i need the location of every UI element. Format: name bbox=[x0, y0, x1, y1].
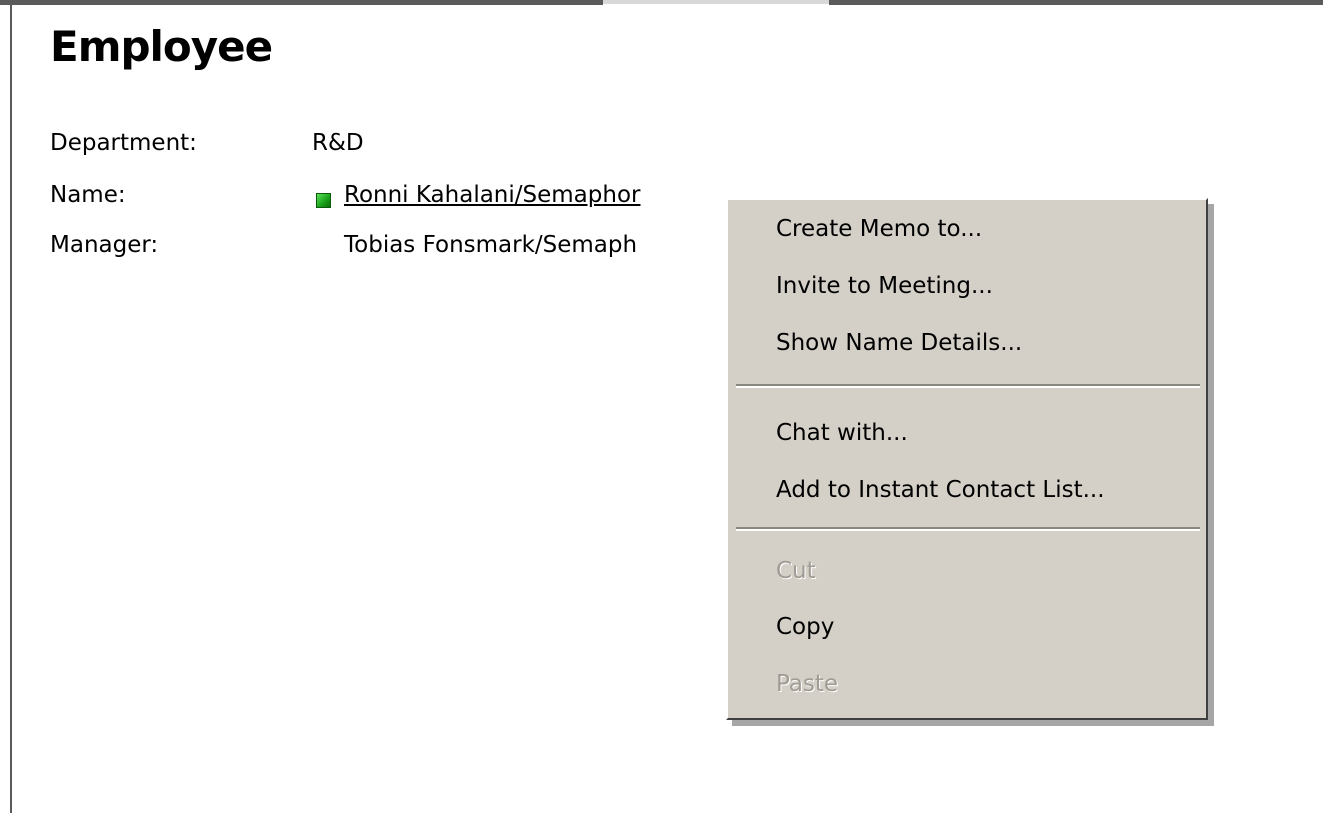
window-left-border bbox=[10, 5, 12, 813]
window-top-border bbox=[0, 0, 1323, 10]
top-border-right bbox=[829, 0, 1323, 5]
manager-value[interactable]: Tobias Fonsmark/Semaph bbox=[344, 232, 637, 258]
name-label: Name: bbox=[50, 182, 126, 208]
top-border-tab-gap bbox=[603, 0, 829, 4]
menu-separator bbox=[736, 527, 1200, 531]
menu-item-invite-meeting[interactable]: Invite to Meeting... bbox=[776, 273, 993, 299]
menu-separator bbox=[736, 384, 1200, 388]
menu-item-chat-with[interactable]: Chat with... bbox=[776, 420, 908, 446]
menu-item-copy[interactable]: Copy bbox=[776, 614, 834, 640]
menu-item-paste: Paste bbox=[776, 671, 839, 697]
online-status-icon bbox=[316, 193, 331, 208]
context-menu: Create Memo to... Invite to Meeting... S… bbox=[726, 198, 1208, 720]
form-title: Employee bbox=[50, 22, 273, 71]
menu-item-create-memo[interactable]: Create Memo to... bbox=[776, 216, 982, 242]
department-label: Department: bbox=[50, 130, 197, 156]
menu-item-show-name-details[interactable]: Show Name Details... bbox=[776, 330, 1022, 356]
department-value: R&D bbox=[312, 130, 364, 156]
menu-item-add-contact[interactable]: Add to Instant Contact List... bbox=[776, 477, 1105, 503]
manager-label: Manager: bbox=[50, 232, 159, 258]
name-value-link[interactable]: Ronni Kahalani/Semaphor bbox=[344, 182, 640, 208]
top-border-left bbox=[0, 0, 603, 5]
menu-item-cut: Cut bbox=[776, 558, 816, 584]
